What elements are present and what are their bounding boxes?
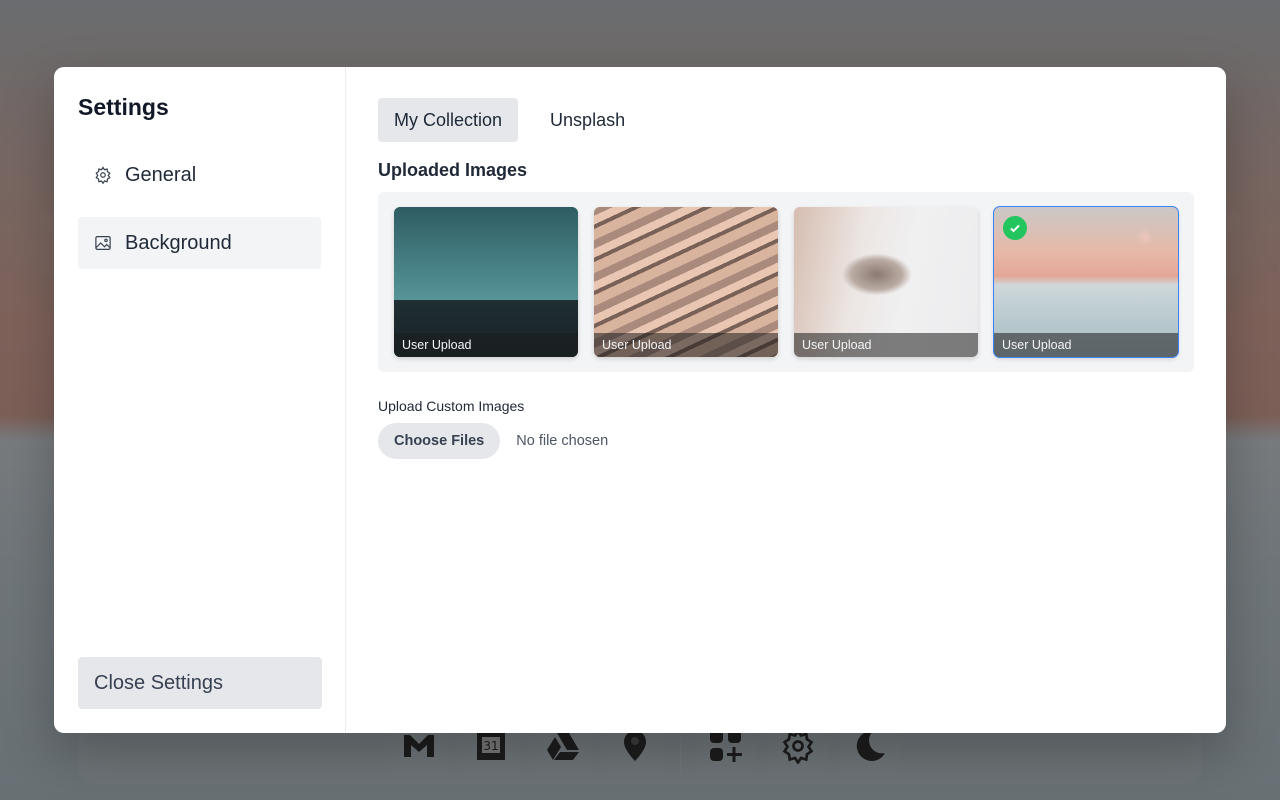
image-thumbnail-selected[interactable]: User Upload: [993, 206, 1179, 358]
file-input: Choose Files No file chosen: [378, 423, 1194, 459]
image-thumbnail[interactable]: User Upload: [594, 207, 778, 357]
settings-modal: Settings General Background Close Settin…: [54, 67, 1226, 733]
image-caption: User Upload: [394, 333, 578, 357]
image-caption: User Upload: [794, 333, 978, 357]
uploaded-images-heading: Uploaded Images: [378, 160, 528, 180]
image-caption: User Upload: [994, 333, 1178, 357]
choose-files-button[interactable]: Choose Files: [378, 423, 501, 459]
settings-title: Settings: [78, 94, 169, 120]
uploaded-images-gallery: User Upload User Upload User Upload User…: [378, 192, 1194, 372]
tab-my-collection[interactable]: My Collection: [378, 98, 519, 142]
sidebar-item-general[interactable]: General: [78, 149, 321, 201]
check-icon: [1003, 216, 1027, 240]
sidebar-item-label: Background: [125, 231, 232, 254]
sidebar-item-background[interactable]: Background: [78, 217, 321, 269]
collection-tabs: My Collection Unsplash: [378, 98, 1194, 142]
image-thumbnail[interactable]: User Upload: [394, 207, 578, 357]
settings-content: My Collection Unsplash Uploaded Images U…: [346, 67, 1226, 733]
tab-unsplash[interactable]: Unsplash: [534, 98, 641, 142]
image-caption: User Upload: [594, 333, 778, 357]
sidebar-item-label: General: [125, 163, 197, 186]
settings-sidebar: Settings General Background Close Settin…: [54, 67, 346, 733]
close-settings-button[interactable]: Close Settings: [78, 657, 322, 709]
image-thumbnail[interactable]: User Upload: [794, 207, 978, 357]
image-icon: [94, 234, 112, 252]
file-status: No file chosen: [516, 433, 609, 449]
upload-label: Upload Custom Images: [378, 398, 525, 414]
gear-icon: [94, 166, 112, 184]
